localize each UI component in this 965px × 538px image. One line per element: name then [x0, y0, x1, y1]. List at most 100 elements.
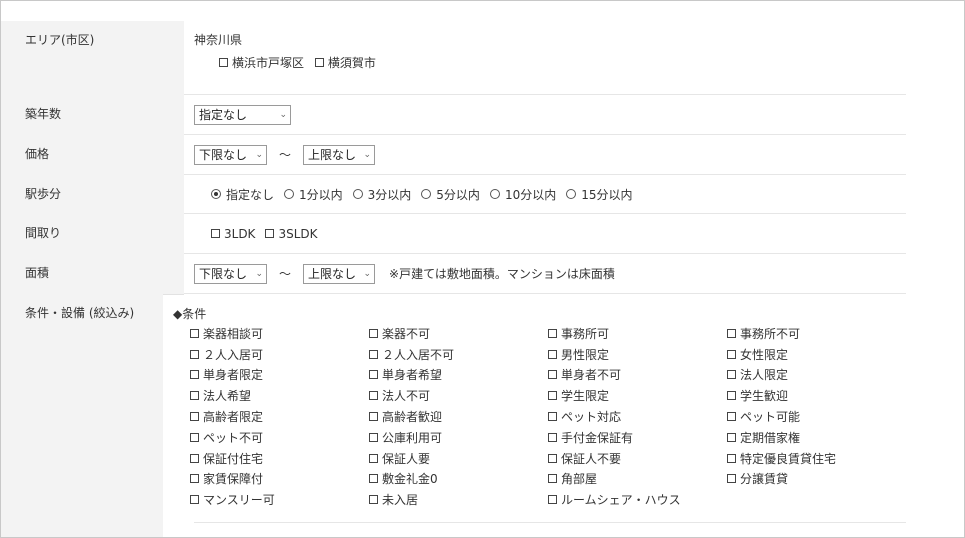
condition-checkbox[interactable]: 単身者限定 — [190, 365, 369, 386]
walk-row: 駅歩分 指定なし 1分以内 3分以内 5分以内 10分以内 15分以内 — [1, 175, 906, 214]
condition-checkbox[interactable]: ２人入居不可 — [369, 344, 548, 365]
condition-checkbox[interactable]: 法人不可 — [369, 385, 548, 406]
radio-icon — [421, 189, 432, 199]
condition-checkbox[interactable]: 単身者希望 — [369, 365, 548, 386]
city-checkbox-totsuka[interactable]: 横浜市戸塚区 — [219, 54, 304, 71]
condition-checkbox[interactable]: 保証付住宅 — [190, 448, 369, 469]
checkbox-icon — [727, 453, 736, 463]
conditions-content: ◆条件 楽器相談可 楽器不可 事務所可 事務所不可 ２人入居可 ２人入居不可 男… — [163, 294, 906, 537]
checkbox-icon — [548, 391, 557, 401]
checkbox-icon — [727, 349, 736, 359]
checkbox-icon — [548, 474, 557, 484]
checkbox-icon — [190, 391, 199, 401]
condition-checkbox[interactable]: 角部屋 — [548, 469, 727, 490]
chevron-down-icon: ⌄ — [279, 109, 287, 120]
checkbox-icon — [548, 328, 557, 338]
walk-content: 指定なし 1分以内 3分以内 5分以内 10分以内 15分以内 — [184, 175, 906, 214]
prefecture-name: 神奈川県 — [194, 33, 243, 47]
price-label: 価格 — [1, 135, 184, 175]
city-list: 横浜市戸塚区 横須賀市 — [194, 54, 386, 71]
condition-checkbox[interactable]: 敷金礼金0 — [369, 469, 548, 490]
layout-checkbox-3sldk[interactable]: 3SLDK — [265, 227, 317, 241]
checkbox-icon — [548, 453, 557, 463]
condition-checkbox[interactable]: ペット可能 — [727, 406, 906, 427]
layout-content: 3LDK 3SLDK — [184, 214, 906, 254]
condition-checkbox[interactable]: 特定優良賃貸住宅 — [727, 448, 906, 469]
checkbox-icon — [190, 495, 199, 505]
condition-checkbox[interactable]: ルームシェア・ハウス — [548, 489, 727, 510]
condition-checkbox[interactable]: マンスリー可 — [190, 489, 369, 510]
condition-checkbox[interactable]: 高齢者限定 — [190, 406, 369, 427]
condition-checkbox[interactable]: 保証人要 — [369, 448, 548, 469]
price-row: 価格 下限なし ⌄ ～ 上限なし ⌄ — [1, 135, 906, 175]
condition-checkbox[interactable]: 高齢者歓迎 — [369, 406, 548, 427]
layout-row: 間取り 3LDK 3SLDK — [1, 214, 906, 254]
condition-checkbox[interactable]: 女性限定 — [727, 344, 906, 365]
condition-checkbox[interactable]: ２人入居可 — [190, 344, 369, 365]
walk-radio-15min[interactable]: 15分以内 — [566, 186, 633, 203]
checkbox-icon — [727, 474, 736, 484]
walk-radio-5min[interactable]: 5分以内 — [421, 186, 480, 203]
conditions-row: 条件・設備 (絞込み) ◆条件 楽器相談可 楽器不可 事務所可 事務所不可 ２人… — [1, 294, 906, 537]
area-size-row: 面積 下限なし ⌄ ～ 上限なし ⌄ ※戸建ては敷地面積。マンションは床面積 — [1, 254, 906, 294]
condition-checkbox[interactable]: 公庫利用可 — [369, 427, 548, 448]
checkbox-icon — [727, 370, 736, 380]
condition-checkbox[interactable]: 単身者不可 — [548, 365, 727, 386]
condition-checkbox[interactable]: 分譲賃貸 — [727, 469, 906, 490]
condition-checkbox[interactable]: 保証人不要 — [548, 448, 727, 469]
checkbox-icon — [190, 453, 199, 463]
condition-checkbox[interactable]: 学生歓迎 — [727, 385, 906, 406]
walk-radio-10min[interactable]: 10分以内 — [489, 186, 556, 203]
condition-checkbox[interactable]: 手付金保証有 — [548, 427, 727, 448]
layout-checkbox-3ldk[interactable]: 3LDK — [211, 227, 255, 241]
search-form: エリア(市区) 神奈川県 横浜市戸塚区 横須賀市 築年数 指定なし ⌄ 価格 下限… — [0, 0, 965, 538]
condition-checkbox[interactable]: 楽器相談可 — [190, 323, 369, 344]
condition-checkbox[interactable]: 未入居 — [369, 489, 548, 510]
checkbox-icon — [190, 412, 199, 422]
condition-checkbox[interactable]: 男性限定 — [548, 344, 727, 365]
chevron-down-icon: ⌄ — [255, 149, 263, 160]
checkbox-icon — [727, 328, 736, 338]
chevron-down-icon: ⌄ — [363, 149, 372, 160]
price-content: 下限なし ⌄ ～ 上限なし ⌄ — [184, 135, 906, 175]
area-size-note: ※戸建ては敷地面積。マンションは床面積 — [389, 267, 615, 281]
condition-checkbox[interactable]: ペット対応 — [548, 406, 727, 427]
checkbox-icon — [190, 328, 199, 338]
checkbox-icon — [190, 474, 199, 484]
checkbox-icon — [727, 432, 736, 442]
age-row: 築年数 指定なし ⌄ — [1, 95, 906, 135]
walk-radio-3min[interactable]: 3分以内 — [352, 186, 411, 203]
condition-checkbox[interactable]: 楽器不可 — [369, 323, 548, 344]
walk-radio-1min[interactable]: 1分以内 — [284, 186, 343, 203]
condition-checkbox[interactable]: 事務所不可 — [727, 323, 906, 344]
checkbox-icon — [369, 495, 378, 505]
checkbox-icon — [369, 328, 378, 338]
checkbox-icon — [369, 432, 378, 442]
checkbox-icon — [369, 474, 378, 484]
condition-checkbox[interactable]: 家賃保障付 — [190, 469, 369, 490]
condition-checkbox[interactable]: 法人希望 — [190, 385, 369, 406]
condition-checkbox[interactable]: 定期借家権 — [727, 427, 906, 448]
age-label: 築年数 — [1, 95, 184, 135]
radio-icon — [352, 189, 363, 199]
age-select[interactable]: 指定なし ⌄ — [194, 104, 291, 125]
checkbox-icon — [369, 349, 378, 359]
condition-checkbox[interactable]: 事務所可 — [548, 323, 727, 344]
radio-icon — [284, 189, 295, 199]
age-content: 指定なし ⌄ — [184, 95, 906, 135]
area-size-min-select[interactable]: 下限なし ⌄ — [194, 263, 267, 284]
condition-checkbox[interactable]: ペット不可 — [190, 427, 369, 448]
conditions-grid: 楽器相談可 楽器不可 事務所可 事務所不可 ２人入居可 ２人入居不可 男性限定 … — [190, 323, 906, 510]
conditions-heading: ◆条件 — [173, 307, 207, 321]
condition-checkbox[interactable]: 法人限定 — [727, 365, 906, 386]
checkbox-icon — [369, 453, 378, 463]
area-size-max-select[interactable]: 上限なし ⌄ — [303, 263, 376, 284]
walk-label: 駅歩分 — [1, 175, 184, 214]
range-tilde: ～ — [279, 267, 292, 281]
condition-checkbox[interactable]: 学生限定 — [548, 385, 727, 406]
walk-radio-none[interactable]: 指定なし — [211, 186, 274, 203]
checkbox-icon — [369, 391, 378, 401]
city-checkbox-yokosuka[interactable]: 横須賀市 — [314, 54, 376, 71]
price-max-select[interactable]: 上限なし ⌄ — [303, 144, 376, 165]
price-min-select[interactable]: 下限なし ⌄ — [194, 144, 267, 165]
